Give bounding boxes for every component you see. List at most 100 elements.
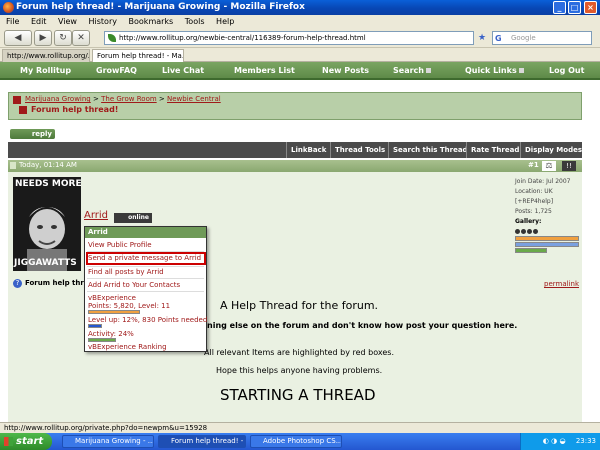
start-button[interactable]: start xyxy=(0,433,52,450)
taskbar: start Marijuana Growing - ... Forum help… xyxy=(0,433,600,450)
taskbar-item-3[interactable]: Adobe Photoshop CS... xyxy=(250,435,342,448)
rate-thread-button[interactable]: Rate Thread xyxy=(466,142,520,158)
post-header: Today, 01:14 AM #1 ⚖ !! xyxy=(8,160,582,172)
level-bar xyxy=(515,242,579,247)
body-line-3: Hope this helps anyone having problems. xyxy=(216,366,383,375)
nav-new-posts[interactable]: New Posts xyxy=(322,62,369,80)
post-icon xyxy=(10,162,16,169)
url-input[interactable]: http://www.rollitup.org/newbie-central/1… xyxy=(104,31,474,45)
nav-log-out[interactable]: Log Out xyxy=(549,62,584,80)
stop-button[interactable]: ✕ xyxy=(72,30,90,46)
taskbar-item-3-label: Adobe Photoshop CS... xyxy=(263,437,342,445)
back-icon: ◀ xyxy=(14,33,22,43)
nav-members-list[interactable]: Members List xyxy=(234,62,295,80)
tab-2[interactable]: Forum help thread! - Ma... xyxy=(92,49,184,62)
nav-quick-links-label: Quick Links xyxy=(465,66,517,75)
navigation-toolbar: ◀ ▶ ↻ ✕ http://www.rollitup.org/newbie-c… xyxy=(0,28,600,48)
post-count: Posts: 1,725 xyxy=(515,208,552,215)
nav-my-rollitup[interactable]: My Rollitup xyxy=(20,62,71,80)
nav-live-chat[interactable]: Live Chat xyxy=(162,62,204,80)
gallery-label: Gallery: xyxy=(515,218,542,225)
taskbar-item-2[interactable]: Forum help thread! - ... xyxy=(158,435,246,448)
window-title: Forum help thread! - Marijuana Growing -… xyxy=(16,2,305,12)
google-icon: G xyxy=(495,34,502,43)
tab-1-label: http://www.rollitup.org/... xyxy=(7,52,90,60)
site-favicon-icon xyxy=(108,34,116,42)
system-tray: ◐ ◑ ◒ 23:33 xyxy=(520,433,600,450)
activity-text: Activity: 24% xyxy=(88,330,134,338)
menu-view[interactable]: View xyxy=(58,17,77,26)
xp-bar xyxy=(515,236,579,241)
user-info-panel: Join Date: Jul 2007 Location: UK [+REP4h… xyxy=(515,177,581,253)
windows-logo-icon xyxy=(4,437,13,446)
chevron-down-icon xyxy=(518,68,524,73)
menu-history[interactable]: History xyxy=(89,17,117,26)
search-placeholder: Google xyxy=(511,34,536,42)
menu-bookmarks[interactable]: Bookmarks xyxy=(129,17,174,26)
window-titlebar[interactable]: Forum help thread! - Marijuana Growing -… xyxy=(0,0,600,15)
breadcrumb-item-grow-room[interactable]: The Grow Room xyxy=(101,95,157,103)
ranking-link[interactable]: vBExperience Ranking xyxy=(88,343,167,351)
report-icon[interactable]: !! xyxy=(562,161,576,171)
nav-search[interactable]: Search xyxy=(393,62,431,80)
avatar-image xyxy=(13,177,81,271)
linkback-button[interactable]: LinkBack xyxy=(286,142,330,158)
taskbar-item-1[interactable]: Marijuana Growing - ... xyxy=(62,435,154,448)
avatar[interactable]: NEEDS MORE JIGGAWATTS xyxy=(13,177,81,271)
breadcrumb-trail: Marijuana Growing > The Grow Room > Newb… xyxy=(25,95,221,103)
activity-bar xyxy=(515,248,547,253)
clock[interactable]: 23:33 xyxy=(576,437,596,445)
breadcrumb-separator: > xyxy=(93,95,99,103)
chevron-down-icon xyxy=(425,68,431,73)
url-text: http://www.rollitup.org/newbie-central/1… xyxy=(119,34,366,42)
minimize-button[interactable]: _ xyxy=(553,1,566,14)
close-button[interactable]: × xyxy=(584,1,597,14)
post-number[interactable]: #1 xyxy=(528,161,539,169)
tab-1[interactable]: http://www.rollitup.org/... xyxy=(2,49,90,62)
avatar-top-text: NEEDS MORE xyxy=(15,179,81,189)
thread-tools-button[interactable]: Thread Tools xyxy=(330,142,388,158)
find-posts-link[interactable]: Find all posts by Arrid xyxy=(88,268,164,276)
back-button[interactable]: ◀ xyxy=(4,30,32,46)
forum-home-icon[interactable] xyxy=(13,96,21,104)
menu-edit[interactable]: Edit xyxy=(31,17,47,26)
online-status-badge: online xyxy=(114,213,152,223)
search-input[interactable]: G Google xyxy=(492,31,592,45)
thread-tools-bar: LinkBack Thread Tools Search this Thread… xyxy=(8,142,582,158)
taskbar-item-1-label: Marijuana Growing - ... xyxy=(75,437,154,445)
activity-progress-bar xyxy=(88,338,116,342)
reload-button[interactable]: ↻ xyxy=(54,30,72,46)
nav-growfaq[interactable]: GrowFAQ xyxy=(96,62,137,80)
display-modes-button[interactable]: Display Modes xyxy=(520,142,582,158)
reload-icon: ↻ xyxy=(59,33,67,43)
maximize-button[interactable]: □ xyxy=(568,1,581,14)
bookmark-star-icon[interactable]: ★ xyxy=(478,33,486,43)
join-date: Join Date: Jul 2007 xyxy=(515,178,571,185)
site-nav: My Rollitup GrowFAQ Live Chat Members Li… xyxy=(0,62,600,80)
add-contact-link[interactable]: Add Arrid to Your Contacts xyxy=(88,281,180,289)
taskbar-item-2-label: Forum help thread! - ... xyxy=(171,437,246,445)
body-line-2: All relevant Items are highlighted by re… xyxy=(204,348,395,357)
view-profile-link[interactable]: View Public Profile xyxy=(88,241,152,249)
breadcrumb-item-newbie-central[interactable]: Newbie Central xyxy=(167,95,221,103)
reply-button[interactable]: reply xyxy=(10,129,55,139)
breadcrumb-item-marijuana-growing[interactable]: Marijuana Growing xyxy=(25,95,91,103)
permalink-link[interactable]: permalink xyxy=(544,280,579,288)
menu-tools[interactable]: Tools xyxy=(185,17,205,26)
status-bar: http://www.rollitup.org/private.php?do=n… xyxy=(0,422,600,433)
post-date: Today, 01:14 AM xyxy=(19,161,77,169)
points-bar xyxy=(88,310,140,314)
forward-button[interactable]: ▶ xyxy=(34,30,52,46)
username-link[interactable]: Arrid xyxy=(84,210,108,221)
nav-quick-links[interactable]: Quick Links xyxy=(465,62,524,80)
menu-help[interactable]: Help xyxy=(216,17,234,26)
dropdown-header: Arrid xyxy=(85,227,206,238)
tab-2-label: Forum help thread! - Ma... xyxy=(97,52,184,60)
menu-file[interactable]: File xyxy=(6,17,19,26)
status-text: http://www.rollitup.org/private.php?do=n… xyxy=(4,424,208,432)
scales-icon[interactable]: ⚖ xyxy=(542,161,556,171)
breadcrumb: Marijuana Growing > The Grow Room > Newb… xyxy=(8,92,582,120)
levelup-bar xyxy=(88,324,102,328)
body-big-heading: STARTING A THREAD xyxy=(220,386,376,404)
search-thread-button[interactable]: Search this Thread xyxy=(388,142,468,158)
